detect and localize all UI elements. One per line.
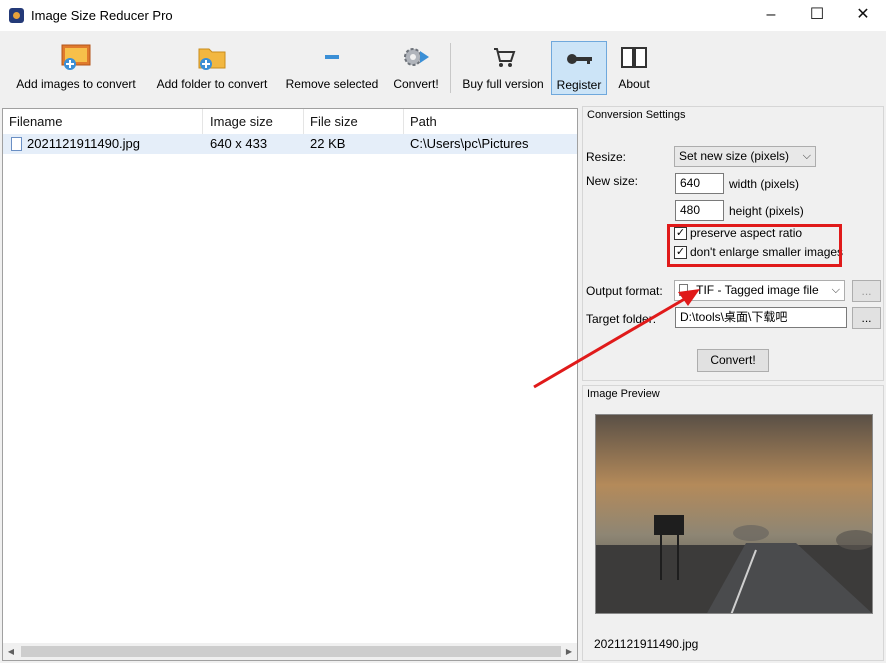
foggy-road-photo (596, 415, 872, 613)
preview-image (595, 414, 873, 614)
preview-filename: 2021121911490.jpg (594, 637, 699, 651)
image-preview-title: Image Preview (587, 388, 660, 400)
